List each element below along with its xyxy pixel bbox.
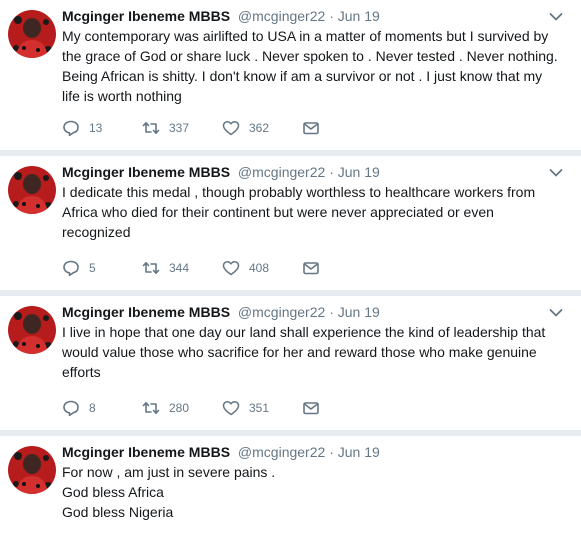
tweet-text: I dedicate this medal , though probably … [62, 182, 563, 242]
author-name[interactable]: Mcginger Ibeneme MBBS [62, 444, 230, 460]
avatar[interactable] [8, 10, 56, 58]
tweet-text-line: would value those who sacrifice for her … [62, 344, 537, 360]
tweet-header: Mcginger Ibeneme MBBS @mcginger22 · Jun … [62, 442, 551, 462]
tweet-date[interactable]: Jun 19 [338, 164, 380, 180]
tweet-text-line: My contemporary was airlifted to USA in … [62, 28, 549, 44]
tweet-text-line: I live in hope that one day our land sha… [62, 324, 546, 340]
reply-count: 13 [89, 121, 103, 135]
dm-button[interactable] [302, 118, 320, 138]
author-name[interactable]: Mcginger Ibeneme MBBS [62, 164, 230, 180]
separator: · [329, 8, 334, 24]
reply-button[interactable]: 13 [62, 118, 102, 138]
tweet-text-line: Being African is shitty. I don't know if… [62, 68, 543, 84]
heart-icon [222, 400, 240, 416]
like-button[interactable]: 351 [222, 398, 269, 418]
author-name[interactable]: Mcginger Ibeneme MBBS [62, 8, 230, 24]
tweet-date[interactable]: Jun 19 [338, 304, 380, 320]
reply-icon [63, 120, 79, 137]
tweet[interactable]: Mcginger Ibeneme MBBS @mcginger22 · Jun … [0, 0, 581, 150]
retweet-count: 337 [169, 121, 190, 135]
tweet-date[interactable]: Jun 19 [338, 444, 380, 460]
tweet-text: I live in hope that one day our land sha… [62, 322, 563, 382]
reply-button[interactable]: 8 [62, 398, 96, 418]
chevron-down-icon[interactable] [549, 12, 563, 22]
tweet-text-line: Africa who died for their continent but … [62, 204, 494, 220]
author-handle[interactable]: @mcginger22 [238, 304, 325, 320]
retweet-button[interactable]: 337 [142, 118, 189, 138]
separator: · [329, 444, 334, 460]
chevron-down-icon[interactable] [549, 308, 563, 318]
reply-icon [63, 260, 79, 277]
retweet-count: 280 [169, 401, 190, 415]
envelope-icon [303, 122, 319, 135]
tweet-feed: Mcginger Ibeneme MBBS @mcginger22 · Jun … [0, 0, 581, 533]
reply-button[interactable]: 5 [62, 258, 96, 278]
tweet-text-line: the grace of God or share luck . Never s… [62, 48, 558, 64]
tweet-text: My contemporary was airlifted to USA in … [62, 26, 563, 106]
avatar[interactable] [8, 306, 56, 354]
avatar[interactable] [8, 166, 56, 214]
tweet-header: Mcginger Ibeneme MBBS @mcginger22 · Jun … [62, 6, 551, 26]
like-button[interactable]: 362 [222, 118, 269, 138]
retweet-icon [142, 122, 160, 134]
author-name[interactable]: Mcginger Ibeneme MBBS [62, 304, 230, 320]
retweet-button[interactable]: 280 [142, 398, 189, 418]
tweet[interactable]: Mcginger Ibeneme MBBS @mcginger22 · Jun … [0, 436, 581, 533]
retweet-icon [142, 262, 160, 274]
author-handle[interactable]: @mcginger22 [238, 8, 325, 24]
tweet-header: Mcginger Ibeneme MBBS @mcginger22 · Jun … [62, 162, 551, 182]
separator: · [329, 304, 334, 320]
retweet-icon [142, 402, 160, 414]
reply-count: 5 [89, 261, 96, 275]
envelope-icon [303, 402, 319, 415]
tweet-text-line: efforts [62, 364, 101, 380]
heart-icon [222, 260, 240, 276]
tweet[interactable]: Mcginger Ibeneme MBBS @mcginger22 · Jun … [0, 296, 581, 430]
author-handle[interactable]: @mcginger22 [238, 164, 325, 180]
tweet[interactable]: Mcginger Ibeneme MBBS @mcginger22 · Jun … [0, 156, 581, 290]
tweet-text-line: God bless Africa [62, 484, 164, 500]
retweet-count: 344 [169, 261, 190, 275]
chevron-down-icon[interactable] [549, 168, 563, 178]
retweet-button[interactable]: 344 [142, 258, 189, 278]
tweet-text: For now , am just in severe pains . God … [62, 462, 563, 522]
tweet-text-line: For now , am just in severe pains . [62, 464, 276, 480]
like-count: 362 [249, 121, 270, 135]
tweet-text-line: God bless Nigeria [62, 504, 174, 520]
envelope-icon [303, 262, 319, 275]
tweet-header: Mcginger Ibeneme MBBS @mcginger22 · Jun … [62, 302, 551, 322]
dm-button[interactable] [302, 258, 320, 278]
tweet-text-line: I dedicate this medal , though probably … [62, 184, 536, 200]
separator: · [329, 164, 334, 180]
tweet-text-line: recognized [62, 224, 131, 240]
like-count: 408 [249, 261, 270, 275]
author-handle[interactable]: @mcginger22 [238, 444, 325, 460]
reply-count: 8 [89, 401, 96, 415]
like-count: 351 [249, 401, 270, 415]
dm-button[interactable] [302, 398, 320, 418]
tweet-text-line: life is worth nothing [62, 88, 182, 104]
reply-icon [63, 400, 79, 417]
tweet-date[interactable]: Jun 19 [338, 8, 380, 24]
like-button[interactable]: 408 [222, 258, 269, 278]
avatar[interactable] [8, 446, 56, 494]
heart-icon [222, 120, 240, 136]
